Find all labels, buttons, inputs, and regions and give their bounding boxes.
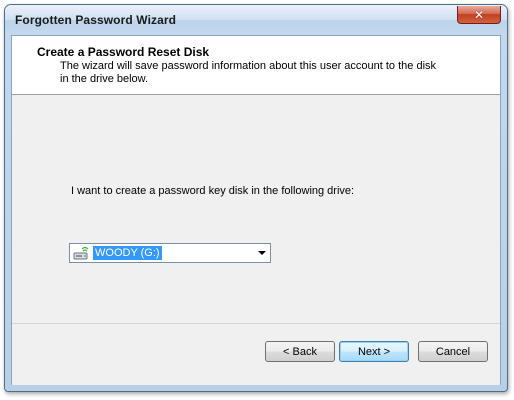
removable-drive-icon: [73, 246, 89, 260]
cancel-button[interactable]: Cancel: [418, 341, 488, 362]
title-bar[interactable]: Forgotten Password Wizard ✕: [5, 5, 507, 35]
wizard-body: I want to create a password key disk in …: [12, 95, 500, 323]
wizard-footer: < Back Next > Cancel: [12, 323, 500, 385]
wizard-header: Create a Password Reset Disk The wizard …: [12, 36, 500, 95]
close-button[interactable]: ✕: [457, 6, 501, 24]
wizard-content: Create a Password Reset Disk The wizard …: [11, 35, 501, 385]
page-description: The wizard will save password informatio…: [60, 60, 437, 85]
next-button[interactable]: Next >: [339, 341, 409, 362]
page-title: Create a Password Reset Disk: [37, 45, 210, 59]
window-title: Forgotten Password Wizard: [15, 13, 177, 27]
drive-dropdown[interactable]: WOODY (G:): [69, 243, 271, 263]
drive-prompt-label: I want to create a password key disk in …: [71, 185, 355, 197]
back-button[interactable]: < Back: [265, 341, 335, 362]
drive-selected-value: WOODY (G:): [93, 246, 162, 260]
chevron-down-icon[interactable]: [258, 251, 266, 255]
close-icon: ✕: [473, 7, 485, 22]
wizard-window: Forgotten Password Wizard ✕ Create a Pas…: [4, 4, 508, 392]
